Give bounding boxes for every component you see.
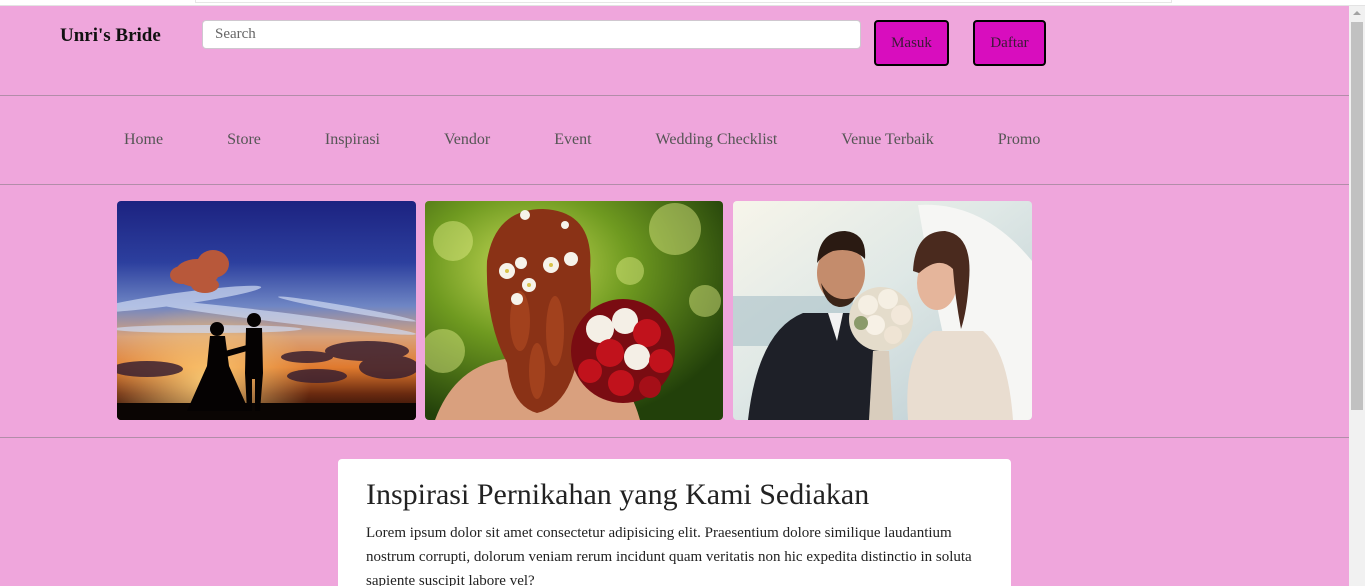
top-strip-edge (195, 0, 1172, 3)
register-button[interactable]: Daftar (973, 20, 1046, 66)
header-divider (0, 95, 1349, 96)
inspiration-card: Inspirasi Pernikahan yang Kami Sediakan … (338, 459, 1011, 586)
nav-item-promo[interactable]: Promo (998, 128, 1041, 152)
ground (117, 403, 416, 420)
nav-item-venue-terbaik[interactable]: Venue Terbaik (841, 128, 933, 152)
nav-item-inspirasi[interactable]: Inspirasi (325, 128, 380, 152)
nav-item-vendor[interactable]: Vendor (444, 128, 490, 152)
nav-item-event[interactable]: Event (554, 128, 591, 152)
bouquet (571, 299, 675, 403)
nav-list: Home Store Inspirasi Vendor Event Weddin… (124, 128, 1040, 152)
scrollbar-thumb[interactable] (1351, 22, 1363, 410)
sunset-couple-image (117, 201, 416, 420)
search-input[interactable] (202, 20, 861, 49)
nav-divider (0, 184, 1349, 185)
brand-logo-text[interactable]: Unri's Bride (60, 24, 161, 48)
login-button[interactable]: Masuk (874, 20, 949, 66)
gallery-divider (0, 437, 1349, 438)
bride-groom-image (733, 201, 1032, 420)
gallery-photo-bride-groom[interactable] (733, 201, 1032, 420)
browser-top-strip (0, 0, 1365, 6)
gallery-photo-sunset-couple[interactable] (117, 201, 416, 420)
nav-item-store[interactable]: Store (227, 128, 261, 152)
bride-bouquet-image (425, 201, 723, 420)
nav-item-wedding-checklist[interactable]: Wedding Checklist (656, 128, 778, 152)
card-description: Lorem ipsum dolor sit amet consectetur a… (366, 525, 972, 586)
card-title: Inspirasi Pernikahan yang Kami Sediakan (366, 478, 870, 511)
triangle-up-icon[interactable] (1349, 6, 1365, 22)
nav-item-home[interactable]: Home (124, 128, 163, 152)
gallery-photo-bride-bouquet[interactable] (425, 201, 723, 420)
vertical-scrollbar[interactable] (1349, 6, 1365, 586)
